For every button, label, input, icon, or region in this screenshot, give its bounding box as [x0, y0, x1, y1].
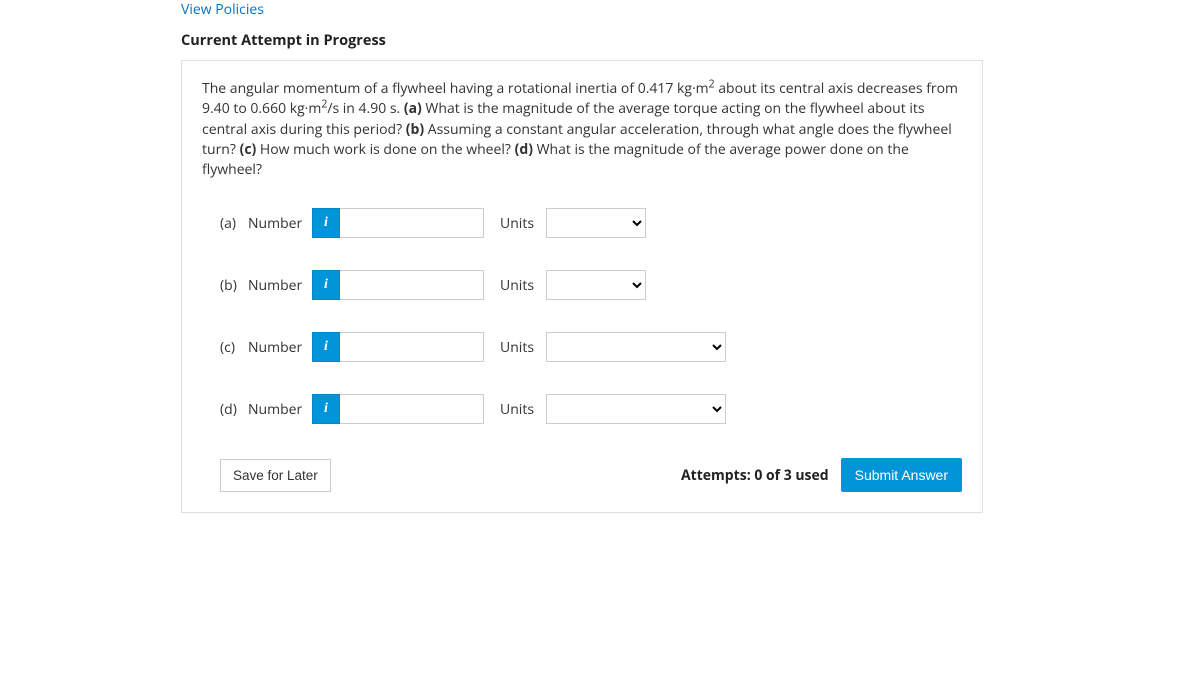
- units-label: Units: [500, 276, 534, 295]
- units-select-c[interactable]: [546, 332, 726, 362]
- units-select-d[interactable]: [546, 394, 726, 424]
- part-label-c: (c): [220, 338, 248, 357]
- units-label: Units: [500, 400, 534, 419]
- answer-row-d: (d) Number i Units: [202, 394, 962, 424]
- info-icon[interactable]: i: [312, 332, 340, 362]
- units-label: Units: [500, 338, 534, 357]
- number-label: Number: [248, 276, 312, 295]
- answer-row-a: (a) Number i Units: [202, 208, 962, 238]
- number-label: Number: [248, 400, 312, 419]
- number-input-b[interactable]: [340, 270, 484, 300]
- footer-row: Save for Later Attempts: 0 of 3 used Sub…: [202, 458, 962, 492]
- units-select-b[interactable]: [546, 270, 646, 300]
- info-icon[interactable]: i: [312, 270, 340, 300]
- number-label: Number: [248, 214, 312, 233]
- info-icon[interactable]: i: [312, 394, 340, 424]
- problem-statement: The angular momentum of a flywheel havin…: [202, 79, 962, 180]
- number-label: Number: [248, 338, 312, 357]
- number-input-c[interactable]: [340, 332, 484, 362]
- answer-row-b: (b) Number i Units: [202, 270, 962, 300]
- save-for-later-button[interactable]: Save for Later: [220, 459, 331, 492]
- units-label: Units: [500, 214, 534, 233]
- info-icon[interactable]: i: [312, 208, 340, 238]
- attempts-text: Attempts: 0 of 3 used: [681, 466, 829, 485]
- submit-answer-button[interactable]: Submit Answer: [841, 458, 962, 492]
- units-select-a[interactable]: [546, 208, 646, 238]
- part-label-b: (b): [220, 276, 248, 295]
- view-policies-link[interactable]: View Policies: [181, 0, 264, 25]
- attempt-status-heading: Current Attempt in Progress: [181, 25, 983, 60]
- number-input-d[interactable]: [340, 394, 484, 424]
- answer-row-c: (c) Number i Units: [202, 332, 962, 362]
- number-input-a[interactable]: [340, 208, 484, 238]
- part-label-d: (d): [220, 400, 248, 419]
- part-label-a: (a): [220, 214, 248, 233]
